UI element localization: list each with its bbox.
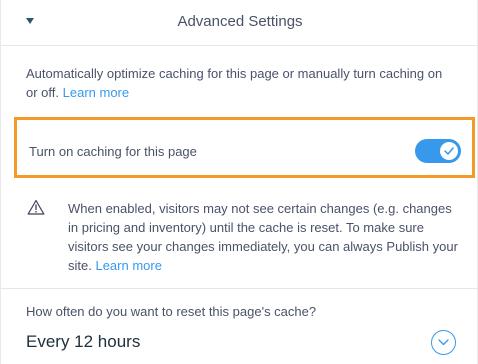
warning-learn-more-link[interactable]: Learn more — [95, 258, 161, 273]
caching-toggle-row: Turn on caching for this page — [14, 117, 475, 178]
toggle-knob — [440, 142, 458, 160]
reset-frequency-dropdown[interactable]: Every 12 hours — [1, 323, 478, 364]
divider — [1, 288, 478, 289]
warning-icon — [27, 199, 45, 215]
caching-toggle[interactable] — [415, 139, 461, 163]
chevron-down-button[interactable] — [431, 330, 456, 355]
settings-panel: Advanced Settings Automatically optimize… — [0, 0, 478, 364]
reset-frequency-label: How often do you want to reset this page… — [26, 304, 317, 319]
reset-frequency-value: Every 12 hours — [26, 332, 141, 351]
caching-toggle-label: Turn on caching for this page — [29, 144, 197, 159]
section-title: Advanced Settings — [177, 13, 303, 30]
chevron-down-icon — [438, 339, 449, 346]
section-header[interactable]: Advanced Settings — [1, 0, 478, 46]
checkmark-icon — [444, 147, 454, 155]
caching-description: Automatically optimize caching for this … — [26, 64, 456, 102]
caching-warning: When enabled, visitors may not see certa… — [68, 199, 463, 275]
learn-more-link[interactable]: Learn more — [63, 85, 129, 100]
